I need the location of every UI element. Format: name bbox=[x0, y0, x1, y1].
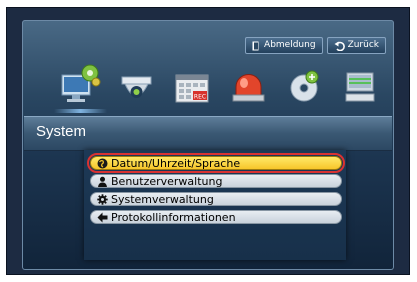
section-icon-bar: REC bbox=[54, 61, 383, 113]
menu-item-system-management[interactable]: Systemverwaltung bbox=[90, 192, 342, 206]
page-title: System bbox=[36, 123, 87, 140]
svg-text:REC: REC bbox=[194, 94, 206, 101]
dvr-menu-screen: Abmeldung Zurück REC System Datum/Uhrzei… bbox=[22, 20, 394, 270]
menu-item-label: Systemverwaltung bbox=[111, 192, 214, 206]
menu-item-label: Protokollinformationen bbox=[111, 210, 236, 224]
user-icon bbox=[93, 176, 111, 187]
gear-icon bbox=[93, 193, 111, 205]
page-title-bar: System bbox=[24, 116, 392, 151]
system-menu: Datum/Uhrzeit/Sprache Benutzerverwaltung… bbox=[84, 150, 346, 260]
menu-item-label: Datum/Uhrzeit/Sprache bbox=[111, 156, 241, 170]
globe-icon bbox=[93, 158, 111, 169]
back-button[interactable]: Zurück bbox=[326, 37, 386, 54]
top-bar: Abmeldung Zurück bbox=[245, 37, 386, 54]
menu-item-log-information[interactable]: Protokollinformationen bbox=[90, 210, 342, 224]
logout-button[interactable]: Abmeldung bbox=[245, 37, 323, 54]
alarm-event-icon[interactable] bbox=[226, 61, 271, 109]
logout-icon bbox=[252, 41, 261, 51]
backup-disc-icon[interactable] bbox=[282, 61, 327, 109]
back-arrow-icon bbox=[334, 41, 345, 51]
menu-item-label: Benutzerverwaltung bbox=[111, 174, 223, 188]
network-icon[interactable] bbox=[338, 61, 383, 109]
recording-icon[interactable]: REC bbox=[170, 61, 215, 109]
back-label: Zurück bbox=[347, 40, 379, 50]
system-settings-icon[interactable] bbox=[54, 61, 107, 113]
camera-icon[interactable] bbox=[114, 61, 159, 109]
menu-item-date-time-language[interactable]: Datum/Uhrzeit/Sprache bbox=[87, 153, 345, 173]
menu-item-user-management[interactable]: Benutzerverwaltung bbox=[90, 174, 342, 188]
logout-label: Abmeldung bbox=[264, 40, 316, 50]
log-info-icon bbox=[93, 212, 111, 223]
